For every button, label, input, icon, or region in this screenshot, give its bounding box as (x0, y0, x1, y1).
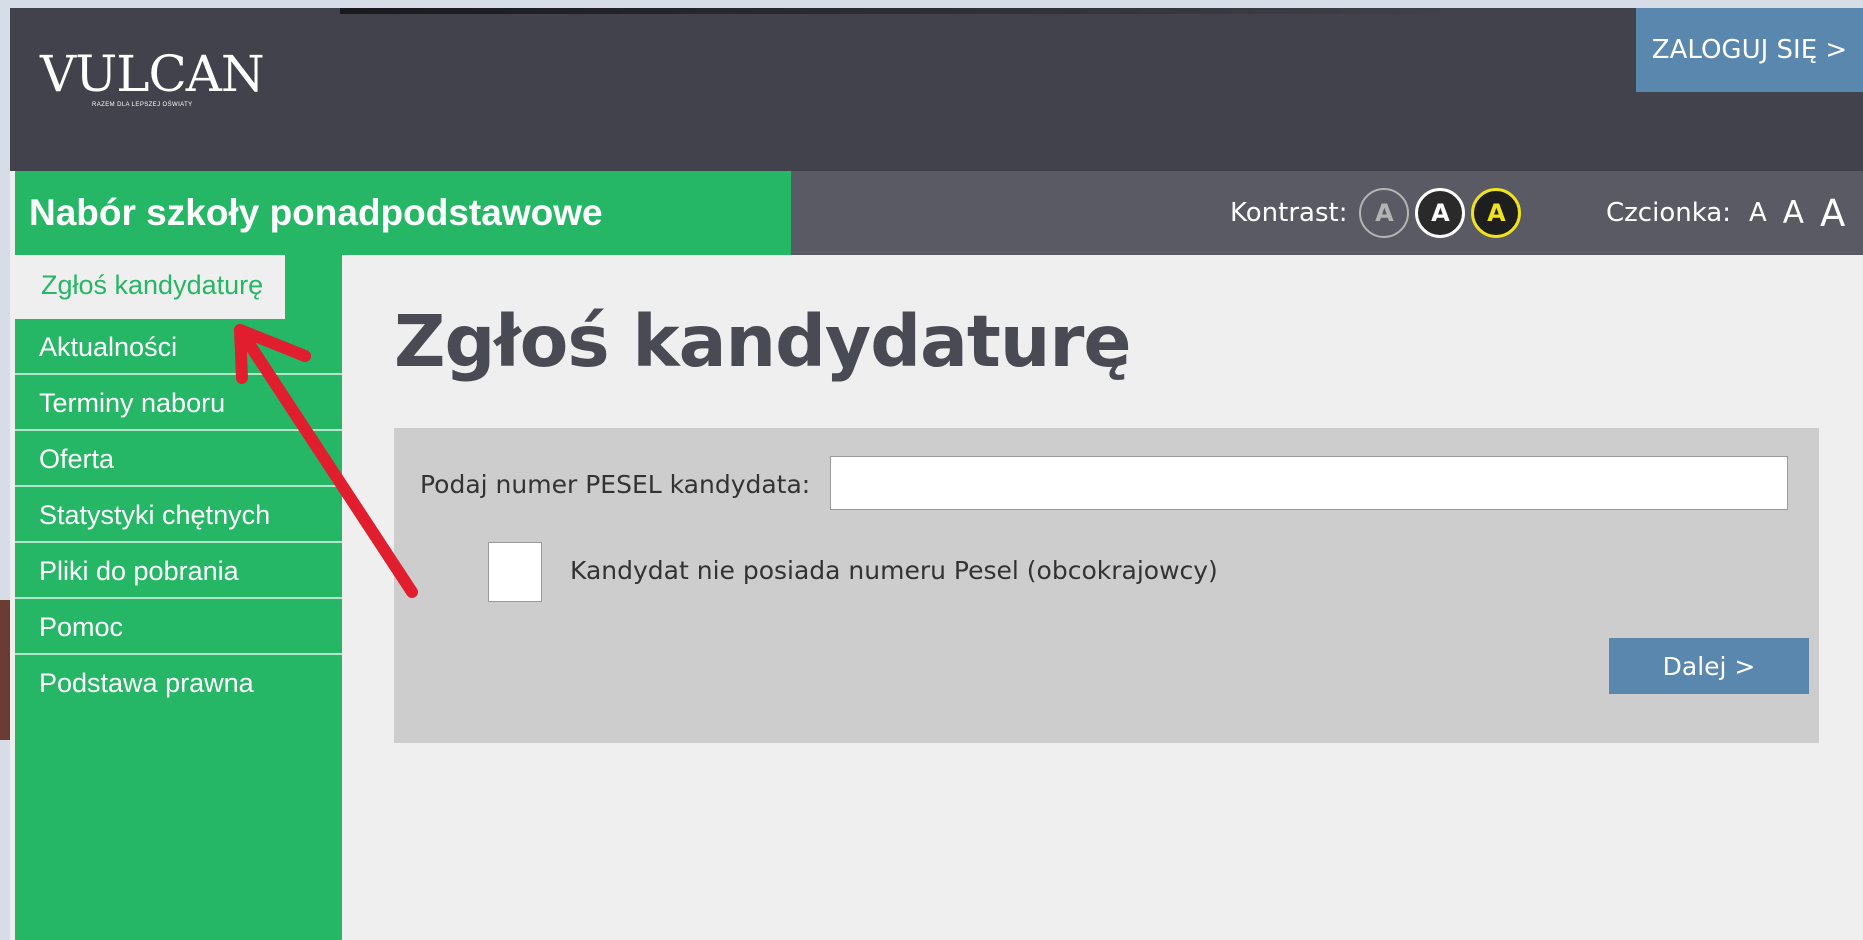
sidebar-item-pomoc[interactable]: Pomoc (15, 599, 342, 655)
font-medium-button[interactable]: A (1783, 195, 1804, 231)
contrast-default-button[interactable]: A (1359, 188, 1410, 238)
sidebar-item-terminy-naboru[interactable]: Terminy naboru (15, 375, 342, 431)
contrast-black-yellow-button[interactable]: A (1471, 188, 1522, 238)
sidebar-item-oferta[interactable]: Oferta (15, 431, 342, 487)
sidebar-item-aktualnosci[interactable]: Aktualności (15, 319, 342, 375)
vulcan-logo[interactable]: VULCAN RAZEM DLA LEPSZEJ OŚWIATY (40, 45, 265, 108)
sidebar-item-podstawa-prawna[interactable]: Podstawa prawna (15, 655, 342, 711)
section-title: Nabór szkoły ponadpodstawowe (15, 171, 791, 255)
no-pesel-label: Kandydat nie posiada numeru Pesel (obcok… (570, 556, 1218, 585)
page-title: Zgłoś kandydaturę (394, 300, 1132, 383)
font-large-button[interactable]: A (1820, 192, 1845, 235)
contrast-black-white-button[interactable]: A (1415, 188, 1466, 238)
sidebar-item-statystyki[interactable]: Statystyki chętnych (15, 487, 342, 543)
no-pesel-checkbox[interactable] (488, 542, 542, 602)
sidebar-item-zglos-kandydature[interactable]: Zgłoś kandydaturę (15, 255, 285, 319)
top-header: VULCAN RAZEM DLA LEPSZEJ OŚWIATY ZALOGUJ… (10, 8, 1863, 171)
sidebar-nav: Zgłoś kandydaturę Aktualności Terminy na… (15, 255, 342, 940)
top-artifact (340, 8, 1440, 14)
contrast-switcher: Kontrast: A A A (1230, 171, 1527, 255)
font-size-label: Czcionka: (1606, 198, 1731, 228)
logo-name: VULCAN (40, 45, 265, 103)
login-button[interactable]: ZALOGUJ SIĘ > (1636, 8, 1863, 92)
pesel-label: Podaj numer PESEL kandydata: (420, 470, 811, 499)
font-size-switcher: Czcionka: A A A (1606, 171, 1845, 255)
pesel-input[interactable] (830, 456, 1788, 510)
sidebar-item-pliki[interactable]: Pliki do pobrania (15, 543, 342, 599)
contrast-label: Kontrast: (1230, 198, 1348, 228)
browser-viewport: VULCAN RAZEM DLA LEPSZEJ OŚWIATY ZALOGUJ… (10, 8, 1863, 940)
font-small-button[interactable]: A (1749, 198, 1767, 228)
background-edge (0, 600, 10, 740)
pesel-form: Podaj numer PESEL kandydata: Kandydat ni… (394, 428, 1819, 743)
next-button[interactable]: Dalej > (1609, 638, 1809, 694)
